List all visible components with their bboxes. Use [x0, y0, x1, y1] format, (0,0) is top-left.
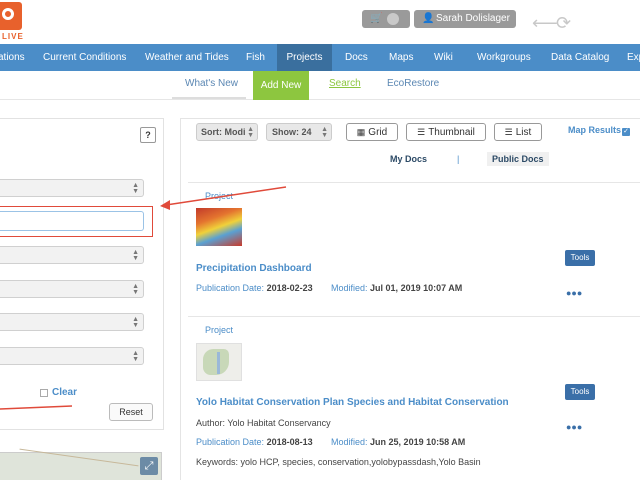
publication-date-value: 2018-08-13	[266, 437, 313, 447]
logo-text: LIVE	[2, 32, 24, 41]
grid-view-label: Grid	[368, 127, 388, 138]
thumbnail-list-icon: ☰	[417, 127, 426, 137]
updown-chevron-icon: ▲ ▼	[247, 126, 254, 139]
modified-date-label: Modified:	[331, 283, 368, 293]
help-button[interactable]: ?	[140, 127, 156, 143]
filter-panel	[0, 118, 164, 430]
show-select-value: Show: 24	[272, 127, 312, 137]
publication-date-label: Publication Date:	[196, 437, 265, 447]
result-publication-date: Publication Date: 2018-08-13	[196, 437, 313, 447]
grid-icon: ▦	[356, 127, 366, 137]
nav-item-maps[interactable]: Maps	[389, 44, 413, 71]
clear-checkbox[interactable]	[40, 389, 48, 397]
list-view-button[interactable]: ☰ List	[494, 123, 542, 141]
modified-date-value: Jul 01, 2019 10:07 AM	[370, 283, 463, 293]
cart-button[interactable]: 🛒	[362, 10, 410, 28]
user-icon: 👤	[422, 13, 435, 24]
mini-map[interactable]	[0, 448, 162, 480]
nav-item-wiki[interactable]: Wiki	[434, 44, 453, 71]
group-users-icon[interactable]: ●●●	[566, 288, 582, 298]
modified-date-label: Modified:	[331, 437, 368, 447]
subnav-search[interactable]: Search	[329, 71, 361, 97]
thumbnail-view-button[interactable]: ☰ Thumbnail	[406, 123, 486, 141]
nav-item-fish[interactable]: Fish	[246, 44, 265, 71]
sort-select-value: Sort: Modi	[201, 127, 246, 137]
tab-my-docs[interactable]: My Docs	[390, 154, 427, 164]
reset-button[interactable]: Reset	[109, 403, 153, 421]
cart-icon: 🛒	[370, 13, 383, 24]
tools-button[interactable]: Tools	[565, 384, 595, 400]
user-name: Sarah Dolislager	[436, 13, 510, 24]
updown-chevron-icon: ▲ ▼	[132, 283, 139, 296]
updown-chevron-icon: ▲ ▼	[132, 249, 139, 262]
subnav-add-new[interactable]: Add New	[253, 71, 309, 100]
tools-button[interactable]: Tools	[565, 250, 595, 266]
result-thumbnail[interactable]	[196, 208, 242, 246]
subnav-whats-new[interactable]: What's New	[185, 71, 238, 97]
updown-chevron-icon: ▲ ▼	[132, 316, 139, 329]
nav-item-weather-and-tides[interactable]: Weather and Tides	[145, 44, 229, 71]
thumbnail-view-label: Thumbnail	[428, 127, 475, 138]
result-modified-date: Modified: Jun 25, 2019 10:58 AM	[331, 437, 465, 447]
result-modified-date: Modified: Jul 01, 2019 10:07 AM	[331, 283, 462, 293]
subnav-underline	[172, 97, 246, 99]
nav-item-applications[interactable]: ations	[0, 44, 25, 71]
back-arrow-icon[interactable]: ⟵	[532, 14, 558, 32]
refresh-icon[interactable]: ⟳	[556, 14, 571, 32]
nav-item-data-catalog[interactable]: Data Catalog	[551, 44, 609, 71]
map-results-checkbox[interactable]: ✓	[622, 128, 630, 136]
result-author: Author: Yolo Habitat Conservancy	[196, 418, 331, 428]
main-nav: ations Current Conditions Weather and Ti…	[0, 44, 640, 71]
modified-date-value: Jun 25, 2019 10:58 AM	[370, 437, 466, 447]
result-keywords: Keywords: yolo HCP, species, conservatio…	[196, 457, 481, 467]
user-menu-button[interactable]: 👤 Sarah Dolislager	[414, 10, 516, 28]
result-type-label: Project	[205, 191, 234, 201]
subnav-ecorestore[interactable]: EcoRestore	[387, 71, 439, 97]
publication-date-value: 2018-02-23	[266, 283, 313, 293]
updown-chevron-icon: ▲ ▼	[321, 126, 328, 139]
result-title-link[interactable]: Yolo Habitat Conservation Plan Species a…	[196, 397, 509, 408]
filter-select-2[interactable]: ▲ ▼	[0, 246, 144, 264]
result-divider	[188, 316, 640, 317]
publication-date-label: Publication Date:	[196, 283, 265, 293]
result-title-link[interactable]: Precipitation Dashboard	[196, 263, 312, 274]
filter-select-1[interactable]: ▲ ▼	[0, 179, 144, 197]
filter-select-4[interactable]: ▲ ▼	[0, 313, 144, 331]
nav-item-explore[interactable]: Exp	[627, 44, 640, 71]
nav-item-docs[interactable]: Docs	[345, 44, 368, 71]
tab-public-docs[interactable]: Public Docs	[487, 152, 549, 166]
result-type-label: Project	[205, 325, 234, 335]
nav-item-projects[interactable]: Projects	[277, 44, 332, 71]
top-bar: LIVE 🛒 👤 Sarah Dolislager ⟵ ⟳	[0, 0, 640, 44]
grid-view-button[interactable]: ▦ Grid	[346, 123, 398, 141]
sort-select[interactable]: Sort: Modi ▲ ▼	[196, 123, 258, 141]
nav-item-workgroups[interactable]: Workgroups	[477, 44, 531, 71]
nav-item-current-conditions[interactable]: Current Conditions	[43, 44, 126, 71]
filter-select-5[interactable]: ▲ ▼	[0, 347, 144, 365]
result-divider	[188, 182, 640, 183]
list-view-label: List	[515, 127, 532, 138]
doc-tab-separator: |	[457, 154, 460, 164]
list-icon: ☰	[504, 127, 513, 137]
logo[interactable]	[0, 2, 22, 30]
map-results-label: Map Results	[568, 125, 622, 135]
annotation-highlight-box	[0, 206, 153, 237]
result-thumbnail[interactable]	[196, 343, 242, 381]
clear-link[interactable]: Clear	[52, 387, 77, 398]
cart-count-badge	[387, 13, 399, 25]
show-select[interactable]: Show: 24 ▲ ▼	[266, 123, 332, 141]
expand-icon[interactable]: ⤢	[140, 457, 158, 475]
result-publication-date: Publication Date: 2018-02-23	[196, 283, 313, 293]
updown-chevron-icon: ▲ ▼	[132, 350, 139, 363]
filter-select-3[interactable]: ▲ ▼	[0, 280, 144, 298]
updown-chevron-icon: ▲ ▼	[132, 182, 139, 195]
group-users-icon[interactable]: ●●●	[566, 422, 582, 432]
sub-nav: What's New Add New Search EcoRestore	[0, 71, 640, 100]
